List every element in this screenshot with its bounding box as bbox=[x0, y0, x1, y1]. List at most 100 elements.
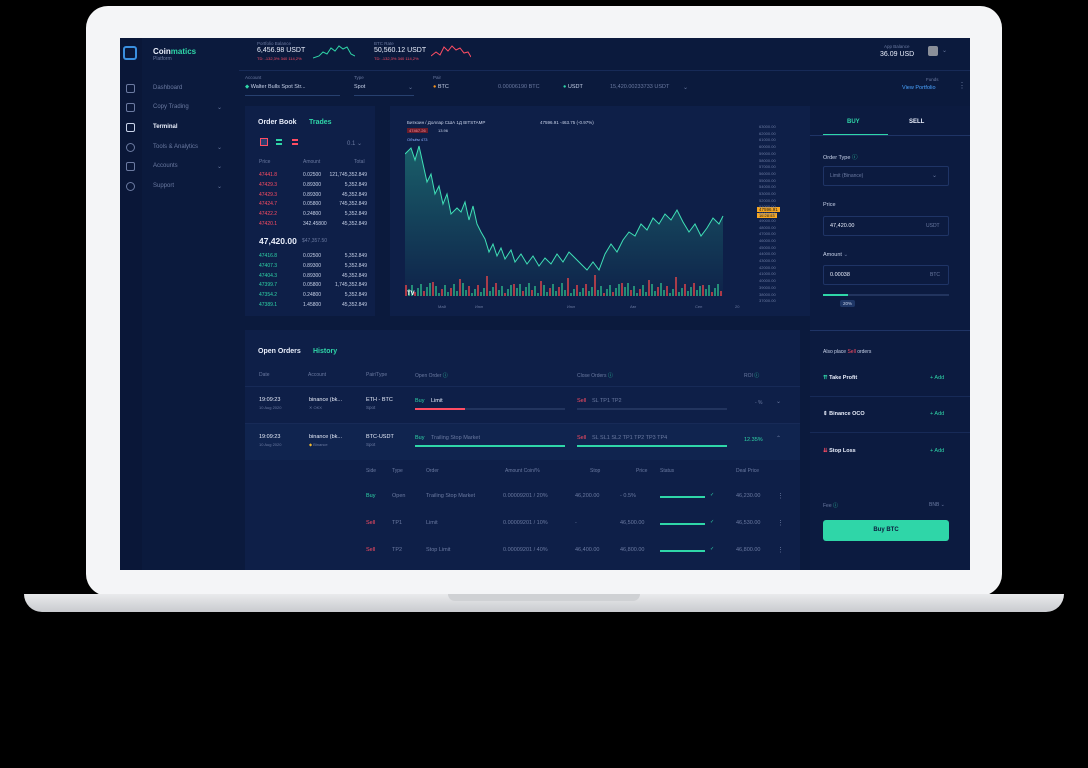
open-orders-tab[interactable]: Open Orders bbox=[258, 348, 301, 355]
divider bbox=[810, 330, 970, 331]
row1-account: binance (bk... bbox=[309, 397, 343, 403]
btc-sparkline bbox=[431, 45, 471, 58]
sub-type: TP2 bbox=[392, 547, 403, 553]
divider bbox=[810, 396, 970, 397]
ob-header-total: Total bbox=[354, 159, 365, 165]
bid-amount: 1.45800 bbox=[303, 302, 322, 308]
icon-rail bbox=[120, 38, 142, 570]
y-tick-label: 41000.00 bbox=[759, 271, 776, 277]
quote-asset[interactable]: ● USDT bbox=[563, 84, 583, 90]
sidebar-item-dashboard[interactable]: Dashboard bbox=[153, 85, 182, 91]
ask-price[interactable]: 47429.3 bbox=[259, 182, 277, 188]
ob-header-amount: Amount bbox=[303, 159, 321, 165]
bid-price[interactable]: 47404.3 bbox=[259, 273, 277, 279]
bid-price[interactable]: 47389.1 bbox=[259, 302, 277, 308]
amount-unit: BTC bbox=[930, 272, 940, 278]
sub-side: Sell bbox=[366, 520, 376, 526]
sidebar-item-terminal[interactable]: Terminal bbox=[153, 124, 178, 130]
bid-total: 5,352.849 bbox=[344, 253, 367, 259]
terminal-icon[interactable] bbox=[126, 123, 135, 132]
copy-trading-icon[interactable] bbox=[126, 103, 135, 112]
add-take-profit-button[interactable]: + Add bbox=[930, 375, 944, 381]
amount-value: 0.00038 bbox=[830, 272, 850, 278]
orderbook-tab[interactable]: Order Book bbox=[258, 119, 297, 126]
more-icon[interactable]: ⋮ bbox=[777, 546, 784, 554]
y-tick-label: 59000.00 bbox=[759, 150, 776, 156]
base-value: 0.00006190 BTC bbox=[498, 84, 540, 90]
fee-select[interactable]: BNB ⌄ bbox=[929, 502, 945, 508]
divider bbox=[810, 432, 970, 433]
history-tab[interactable]: History bbox=[313, 348, 337, 355]
accounts-icon[interactable] bbox=[126, 162, 135, 171]
more-icon[interactable]: ⋮ bbox=[777, 519, 784, 527]
more-icon[interactable]: ⋮ bbox=[777, 492, 784, 500]
bid-amount: 0.24800 bbox=[303, 292, 322, 299]
ask-price[interactable]: 47441.8 bbox=[259, 172, 277, 178]
quote-value: 15,420.00233733 USDT bbox=[610, 84, 670, 90]
chevron-up-icon[interactable]: ⌃ bbox=[776, 435, 781, 442]
fee-label: Fee ⓘ bbox=[823, 503, 839, 509]
row1-type: Spot bbox=[366, 405, 376, 410]
ask-price[interactable]: 47429.3 bbox=[259, 192, 277, 198]
sidebar-item-accounts[interactable]: Accounts bbox=[153, 163, 178, 169]
ask-price[interactable]: 47422.2 bbox=[259, 211, 277, 217]
tools-icon[interactable] bbox=[126, 143, 135, 152]
sell-tab[interactable]: SELL bbox=[909, 119, 924, 125]
row2-close-track bbox=[577, 445, 727, 447]
add-oco-button[interactable]: + Add bbox=[930, 411, 944, 417]
account-select[interactable]: ◆ Walter Bulls Spot Str... bbox=[245, 84, 306, 90]
col-roi: ROI ⓘ bbox=[744, 373, 760, 379]
type-label: Type bbox=[354, 75, 364, 80]
y-tick-label: 56000.00 bbox=[759, 170, 776, 176]
bid-price[interactable]: 47354.2 bbox=[259, 292, 277, 298]
bid-price[interactable]: 47416.8 bbox=[259, 253, 277, 259]
buy-btc-button[interactable]: Buy BTC bbox=[823, 520, 949, 541]
check-icon: ✓ bbox=[710, 492, 715, 498]
divider bbox=[245, 386, 800, 387]
order-type-label: Order Type ⓘ bbox=[823, 155, 858, 161]
btc-rate-value: 50,560.12 USDT bbox=[374, 47, 427, 54]
row2-highlight bbox=[245, 424, 800, 460]
avatar[interactable] bbox=[928, 46, 938, 56]
ask-price[interactable]: 47420.1 bbox=[259, 221, 277, 227]
bid-price[interactable]: 47407.3 bbox=[259, 263, 277, 269]
app-screen: Coinmatics Platform Dashboard Copy Tradi… bbox=[120, 38, 970, 570]
base-asset[interactable]: ● BTC bbox=[433, 84, 449, 90]
chevron-down-icon: ⌄ bbox=[217, 184, 223, 190]
y-tick-label: 58000.00 bbox=[759, 157, 776, 163]
chevron-down-icon[interactable]: ⌄ bbox=[942, 47, 947, 54]
row1-close-tags: SL TP1 TP2 bbox=[592, 398, 622, 404]
sidebar-item-support[interactable]: Support bbox=[153, 183, 174, 189]
pair-label: Pair bbox=[433, 75, 442, 80]
type-select[interactable]: Spot bbox=[354, 84, 365, 90]
ask-price[interactable]: 47424.7 bbox=[259, 201, 277, 207]
ask-amount: 0.02500 bbox=[303, 172, 322, 178]
row1-close-side: Sell bbox=[577, 398, 587, 404]
view-asks-icon[interactable] bbox=[292, 139, 298, 145]
trades-tab[interactable]: Trades bbox=[309, 119, 332, 126]
price-chart[interactable] bbox=[405, 124, 745, 304]
sidebar bbox=[142, 38, 239, 570]
bid-price[interactable]: 47399.7 bbox=[259, 282, 277, 288]
row2-time: 19:09:23 bbox=[259, 434, 281, 440]
more-icon[interactable]: ⋮ bbox=[958, 81, 966, 90]
view-portfolio-link[interactable]: View Portfolio bbox=[902, 85, 936, 91]
sub-amount: 0.00009201 / 40% bbox=[503, 547, 548, 553]
dashboard-icon[interactable] bbox=[126, 84, 135, 93]
view-both-icon[interactable] bbox=[260, 138, 268, 146]
bid-total: 5,352.849 bbox=[344, 262, 367, 269]
chevron-down-icon[interactable]: ⌄ bbox=[683, 84, 688, 91]
chevron-down-icon[interactable]: ⌄ bbox=[776, 398, 781, 405]
y-tick-label: 42000.00 bbox=[759, 264, 776, 270]
add-stop-loss-button[interactable]: + Add bbox=[930, 448, 944, 454]
support-icon[interactable] bbox=[126, 182, 135, 191]
sub-order: Stop Limit bbox=[426, 547, 451, 553]
step-select[interactable]: 0.1 ⌄ bbox=[347, 140, 362, 147]
view-bids-icon[interactable] bbox=[276, 139, 282, 145]
buy-tab[interactable]: BUY bbox=[847, 119, 860, 125]
row1-open-side: Buy bbox=[415, 398, 425, 404]
sidebar-item-copy-trading[interactable]: Copy Trading bbox=[153, 104, 189, 110]
sub-status-bar bbox=[660, 550, 705, 552]
row2-open-kind: Trailing Stop Market bbox=[431, 435, 481, 441]
sidebar-item-tools[interactable]: Tools & Analytics bbox=[153, 144, 198, 150]
